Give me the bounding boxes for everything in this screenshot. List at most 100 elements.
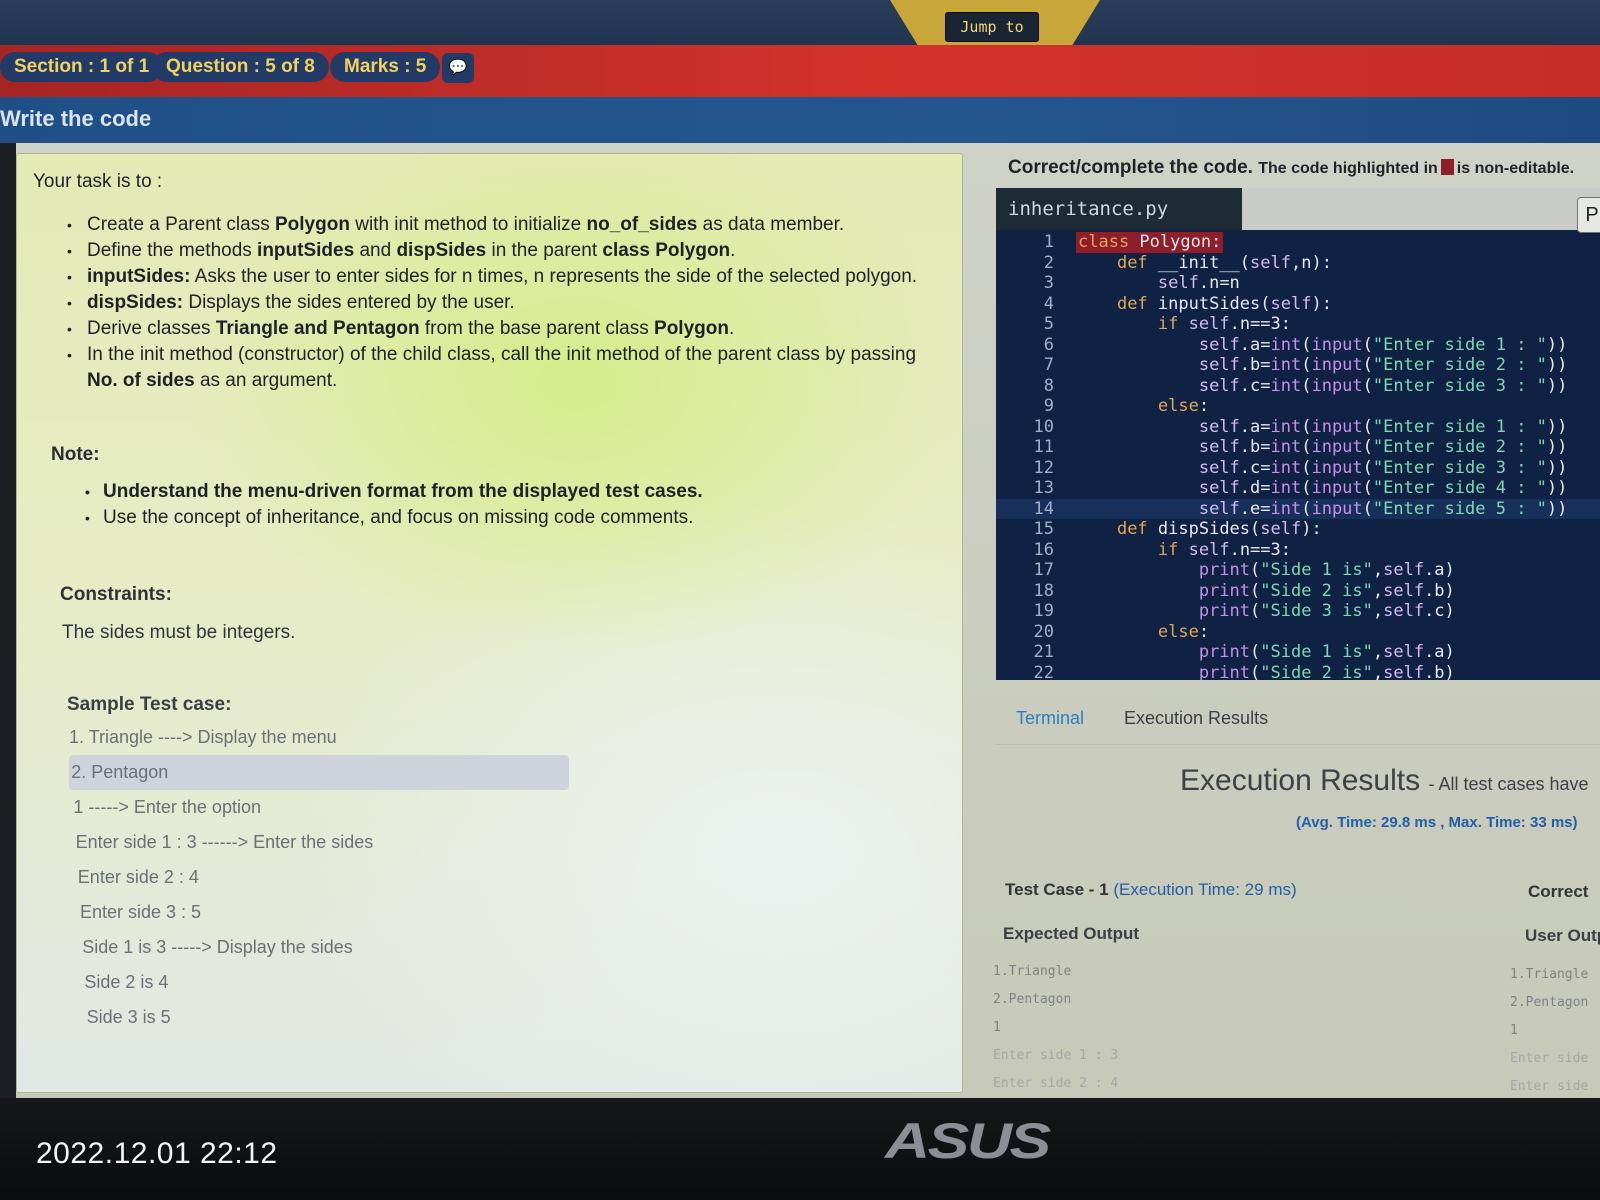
code-line[interactable]: 6 self.a=int(input("Enter side 1 : ")) xyxy=(996,335,1600,356)
code-line[interactable]: 14 self.e=int(input("Enter side 5 : ")) xyxy=(996,498,1600,520)
code-line[interactable]: 18 print("Side 2 is",self.b) xyxy=(996,581,1600,602)
question-badge: Question : 5 of 8 xyxy=(152,52,329,82)
task-item-keyword: Triangle and Pentagon xyxy=(215,318,420,339)
code-text[interactable]: self.b=int(input("Enter side 2 : ")) xyxy=(1076,437,1568,458)
task-item-keyword: Polygon xyxy=(274,214,350,235)
editor-instruction-main: Correct/complete the code. xyxy=(1008,157,1253,178)
code-text[interactable]: self.c=int(input("Enter side 3 : ")) xyxy=(1076,458,1568,479)
constraints-label: Constraints: xyxy=(60,584,172,605)
code-line[interactable]: 15 def dispSides(self): xyxy=(996,519,1600,540)
code-line[interactable]: 1 class Polygon: xyxy=(996,232,1600,253)
task-intro: Your task is to : xyxy=(33,171,163,192)
code-line[interactable]: 3 self.n=n xyxy=(996,273,1600,294)
code-line[interactable]: 11 self.b=int(input("Enter side 2 : ")) xyxy=(996,437,1600,458)
task-item-keyword: inputSides xyxy=(257,240,355,261)
task-description-panel[interactable]: Your task is to : Create a Parent class … xyxy=(16,153,963,1093)
code-line[interactable]: 10 self.a=int(input("Enter side 1 : ")) xyxy=(996,417,1600,438)
note-list: Understand the menu-driven format from t… xyxy=(85,479,885,531)
task-list: Create a Parent class Polygon with init … xyxy=(67,212,937,394)
code-text[interactable]: self.a=int(input("Enter side 1 : ")) xyxy=(1076,417,1568,438)
code-text[interactable]: if self.n==3: xyxy=(1076,314,1291,335)
code-text[interactable]: self.b=int(input("Enter side 2 : ")) xyxy=(1076,355,1568,376)
code-line[interactable]: 4 def inputSides(self): xyxy=(996,294,1600,315)
code-line[interactable]: 19 print("Side 3 is",self.c) xyxy=(996,601,1600,622)
code-line[interactable]: 20 else: xyxy=(996,622,1600,643)
sample-line: 1 -----> Enter the option xyxy=(73,797,261,817)
code-line[interactable]: 7 self.b=int(input("Enter side 2 : ")) xyxy=(996,355,1600,376)
execution-time-summary: (Avg. Time: 29.8 ms , Max. Time: 33 ms) xyxy=(1296,814,1578,831)
code-text[interactable]: else: xyxy=(1076,622,1209,643)
user-output: 1.Triangle 2.Pentagon 1 Enter side Enter sid… xyxy=(1510,961,1588,1101)
tab-terminal[interactable]: Terminal xyxy=(1016,708,1084,729)
code-text[interactable]: print("Side 2 is",self.b) xyxy=(1076,581,1455,602)
line-number: 6 xyxy=(1043,334,1054,355)
code-editor: inheritance.py 1 class Polygon: 2 def __in… xyxy=(996,188,1600,680)
line-number: 18 xyxy=(1033,580,1054,601)
line-number: 16 xyxy=(1033,539,1054,560)
code-text[interactable]: self.d=int(input("Enter side 4 : ")) xyxy=(1076,478,1568,499)
code-text[interactable]: print("Side 1 is",self.a) xyxy=(1076,642,1455,663)
page-title: Write the code xyxy=(0,106,152,131)
line-number: 9 xyxy=(1043,396,1054,416)
task-item: Derive classes Triangle and Pentagon fro… xyxy=(67,316,937,342)
code-text[interactable]: def dispSides(self): xyxy=(1076,519,1322,540)
sample-line: Side 1 is 3 -----> Display the sides xyxy=(82,937,353,957)
code-line[interactable]: 5 if self.n==3: xyxy=(996,314,1600,335)
jump-to-button[interactable]: Jump to xyxy=(945,12,1039,42)
chat-bubble-icon[interactable]: 💬 xyxy=(442,53,474,83)
output-line: Enter side xyxy=(1510,1051,1589,1066)
code-text[interactable]: print("Side 3 is",self.c) xyxy=(1076,601,1455,622)
output-line: 1 xyxy=(1510,1023,1518,1038)
code-area[interactable]: 1 class Polygon: 2 def __init__(self,n): 3 … xyxy=(996,230,1600,680)
line-number: 17 xyxy=(1033,560,1054,580)
code-line[interactable]: 21 print("Side 1 is",self.a) xyxy=(996,642,1600,663)
photo-timestamp: 2022.12.01 22:12 xyxy=(36,1137,278,1170)
output-line: 2.Pentagon xyxy=(993,992,1072,1007)
code-line[interactable]: 16 if self.n==3: xyxy=(996,540,1600,561)
code-line[interactable]: 8 self.c=int(input("Enter side 3 : ")) xyxy=(996,376,1600,397)
code-text[interactable]: else: xyxy=(1076,396,1209,417)
note-item: Understand the menu-driven format from t… xyxy=(85,479,885,505)
output-line: Enter side xyxy=(1510,1079,1589,1094)
note-item: Use the concept of inheritance, and focu… xyxy=(85,505,885,531)
code-text[interactable]: def __init__(self,n): xyxy=(1076,253,1332,274)
code-text[interactable]: if self.n==3: xyxy=(1076,540,1291,561)
sample-line: Side 2 is 4 xyxy=(84,972,169,992)
task-item-text: In the init method (constructor) of the … xyxy=(87,344,917,365)
line-number: 14 xyxy=(1033,498,1054,519)
task-item-text: from the base parent class xyxy=(419,318,655,339)
line-number: 15 xyxy=(1033,519,1054,539)
code-line[interactable]: 12 self.c=int(input("Enter side 3 : ")) xyxy=(996,458,1600,479)
code-text[interactable]: self.n=n xyxy=(1076,273,1240,294)
task-item: In the init method (constructor) of the … xyxy=(67,342,937,394)
code-text[interactable]: def inputSides(self): xyxy=(1076,294,1332,315)
sample-test-case: 1. Triangle ----> Display the menu 2. Pen… xyxy=(69,720,569,1035)
code-text[interactable]: print("Side 1 is",self.a) xyxy=(1076,560,1455,581)
note-label: Note: xyxy=(51,444,100,465)
task-item-text: as an argument. xyxy=(194,370,338,391)
code-line[interactable]: 22 print("Side 2 is",self.b) xyxy=(996,663,1600,681)
code-text[interactable]: self.e=int(input("Enter side 5 : ")) xyxy=(1076,499,1568,520)
file-tab[interactable]: inheritance.py xyxy=(996,188,1242,230)
code-text[interactable]: class Polygon: xyxy=(1076,232,1224,253)
task-item: inputSides: Asks the user to enter sides… xyxy=(67,264,937,290)
code-text[interactable]: print("Side 2 is",self.b) xyxy=(1076,663,1455,681)
code-line[interactable]: 2 def __init__(self,n): xyxy=(996,253,1600,274)
editor-side-button[interactable]: P xyxy=(1577,197,1600,233)
output-line: 2.Pentagon xyxy=(1510,995,1589,1010)
line-number: 3 xyxy=(1043,273,1054,293)
task-item-text: in the parent xyxy=(486,240,603,261)
code-line[interactable]: 17 print("Side 1 is",self.a) xyxy=(996,560,1600,581)
code-text[interactable]: self.c=int(input("Enter side 3 : ")) xyxy=(1076,376,1568,397)
editor-toolbar xyxy=(1242,188,1600,230)
code-line[interactable]: 9 else: xyxy=(996,396,1600,417)
output-line: Enter side 2 : 4 xyxy=(993,1076,1119,1091)
code-text[interactable]: self.a=int(input("Enter side 1 : ")) xyxy=(1076,335,1568,356)
line-number: 10 xyxy=(1033,416,1054,437)
sample-line: 2. Pentagon xyxy=(69,755,569,790)
task-item: Define the methods inputSides and dispSi… xyxy=(67,238,937,264)
code-line[interactable]: 13 self.d=int(input("Enter side 4 : ")) xyxy=(996,478,1600,499)
marks-badge: Marks : 5 xyxy=(330,52,441,82)
tab-execution-results[interactable]: Execution Results xyxy=(1124,708,1268,729)
correct-status-label: Correct xyxy=(1528,882,1589,901)
